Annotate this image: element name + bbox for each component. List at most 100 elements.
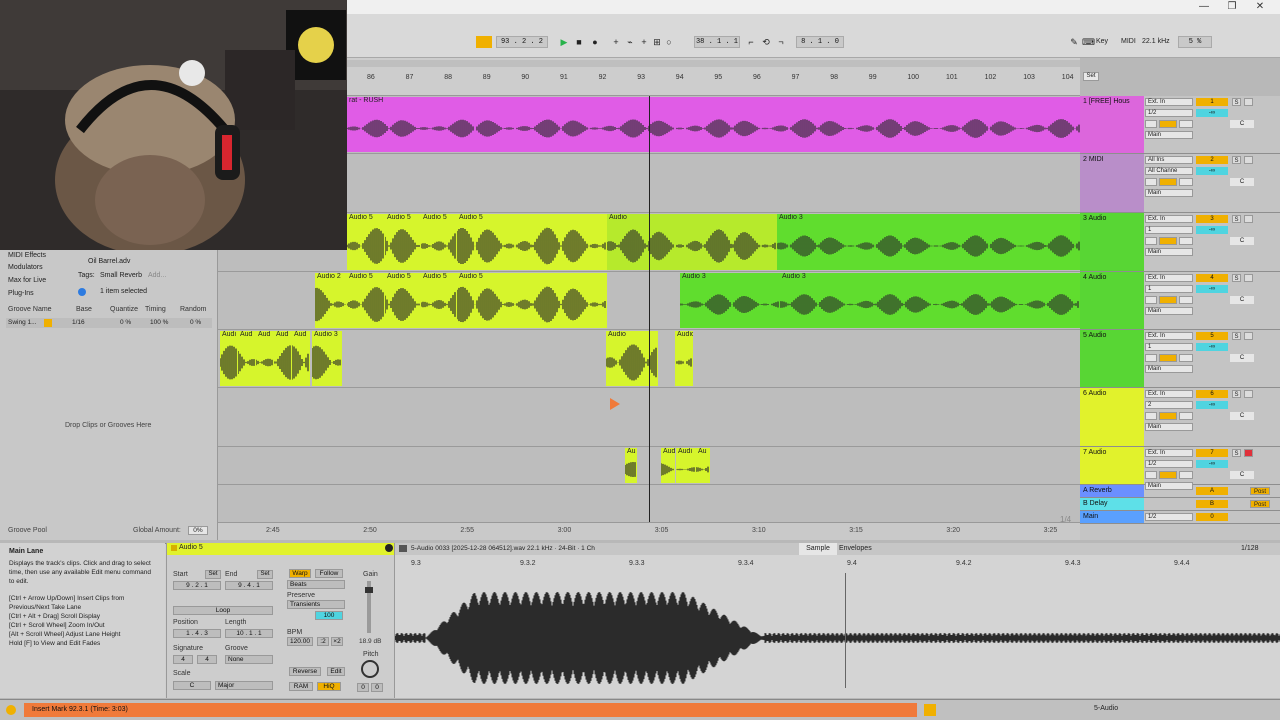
overview-strip[interactable] [347, 60, 1080, 67]
track-volume[interactable]: -∞ [1196, 285, 1228, 293]
pitch-knob[interactable] [361, 660, 379, 678]
arm-button[interactable] [1244, 274, 1253, 282]
input-channel-select[interactable]: 2 [1145, 401, 1193, 409]
clip[interactable]: Audio 5 [421, 273, 457, 328]
double-tempo-button[interactable]: ×2 [331, 637, 343, 646]
halve-tempo-button[interactable]: :2 [317, 637, 329, 646]
clip-activator-icon[interactable] [385, 544, 393, 552]
pre-post-button[interactable]: Post [1250, 487, 1270, 495]
arm-button[interactable] [1244, 449, 1253, 457]
input-type-select[interactable]: Ext. In [1145, 98, 1193, 106]
return-track[interactable]: B Delay B Post [1080, 498, 1280, 511]
metronome-icon[interactable]: ○ [663, 36, 675, 48]
automation-icon[interactable]: ⌁ [624, 36, 636, 48]
track-header[interactable]: 5 Audio Ext. In 1 Main 5 -∞ C S [1080, 330, 1280, 388]
input-type-select[interactable]: Ext. In [1145, 449, 1193, 457]
sample-waveform[interactable] [395, 583, 1280, 693]
track-volume[interactable]: -∞ [1196, 460, 1228, 468]
loop-length-field[interactable]: 8 . 1 . 0 [796, 36, 844, 48]
track-header[interactable]: 7 Audio Ext. In 1/2 Main 7 -∞ C S [1080, 447, 1280, 490]
loop-button[interactable]: Loop [173, 606, 273, 615]
track-volume[interactable]: -∞ [1196, 109, 1228, 117]
quantize-select[interactable]: 1/128 [1241, 545, 1259, 552]
track-pan[interactable]: C [1230, 354, 1254, 362]
clip[interactable]: Audio [607, 214, 777, 270]
input-channel-select[interactable]: 1 [1145, 285, 1193, 293]
track-name[interactable]: 3 Audio [1080, 213, 1144, 271]
clip[interactable]: Audio [606, 331, 658, 386]
track-volume[interactable]: -∞ [1196, 401, 1228, 409]
monitor-in-button[interactable] [1145, 471, 1157, 479]
preserve-select[interactable]: Transients [287, 600, 345, 609]
track-name[interactable]: 7 Audio [1080, 447, 1144, 484]
input-channel-select[interactable]: 1/2 [1145, 460, 1193, 468]
return-name[interactable]: A Reverb [1080, 485, 1144, 497]
clip[interactable]: Aud [274, 331, 292, 386]
return-track[interactable]: Main 0 1/2 [1080, 511, 1280, 524]
reverse-button[interactable]: Reverse [289, 667, 321, 676]
grid-zoom-label[interactable]: 1/4 [1060, 515, 1071, 524]
track-name[interactable]: 4 Audio [1080, 272, 1144, 329]
arm-button[interactable] [1244, 98, 1253, 106]
return-letter[interactable]: 0 [1196, 513, 1228, 521]
follow-button[interactable]: Follow [315, 569, 343, 578]
clip[interactable]: Audio [675, 331, 693, 386]
clip[interactable]: Au [696, 448, 710, 483]
track-volume[interactable]: -∞ [1196, 343, 1228, 351]
input-channel-select[interactable]: 1/2 [1145, 109, 1193, 117]
groove-hot-swap-icon[interactable] [44, 319, 52, 327]
playhead-marker[interactable] [845, 573, 846, 688]
arrangement-position-field[interactable]: 93 . 2 . 2 [496, 36, 548, 48]
clip[interactable]: Audio 5 [457, 214, 607, 270]
input-type-select[interactable]: Ext. In [1145, 215, 1193, 223]
monitor-auto-button[interactable] [1159, 296, 1177, 304]
end-field[interactable]: 9 . 4 . 1 [225, 581, 273, 590]
clip[interactable]: Audio 5 [385, 214, 421, 270]
track-activator[interactable]: 5 [1196, 332, 1228, 340]
solo-button[interactable]: S [1232, 156, 1241, 164]
start-field[interactable]: 9 . 2 . 1 [173, 581, 221, 590]
loop-start-field[interactable]: 38 . 1 . 1 [694, 36, 740, 48]
output-select[interactable]: Main [1145, 307, 1193, 315]
hiq-button[interactable]: HiQ [317, 682, 341, 691]
pitch-cents[interactable]: 0 [371, 683, 383, 692]
close-button[interactable]: ✕ [1252, 1, 1268, 13]
clip[interactable]: Au [625, 448, 637, 483]
groove-select[interactable]: None [225, 655, 273, 664]
clip[interactable]: Audio 5 [457, 273, 607, 328]
monitor-auto-button[interactable] [1159, 178, 1177, 186]
solo-button[interactable]: S [1232, 449, 1241, 457]
track-activator[interactable]: 4 [1196, 274, 1228, 282]
output-select[interactable]: Main [1145, 365, 1193, 373]
track-activator[interactable]: 3 [1196, 215, 1228, 223]
signature-denominator[interactable]: 4 [197, 655, 217, 664]
monitor-off-button[interactable] [1179, 178, 1193, 186]
midi-map-button[interactable]: MIDI [1121, 38, 1136, 45]
monitor-auto-button[interactable] [1159, 237, 1177, 245]
clip[interactable]: Audio 2 [315, 273, 347, 328]
monitor-auto-button[interactable] [1159, 471, 1177, 479]
clip-name[interactable]: Audio 5 [179, 544, 203, 551]
track-activator[interactable]: 1 [1196, 98, 1228, 106]
input-channel-select[interactable]: 1 [1145, 343, 1193, 351]
arm-button[interactable] [1244, 156, 1253, 164]
main-channel-select[interactable]: 1/2 [1145, 513, 1193, 521]
output-select[interactable]: Main [1145, 131, 1193, 139]
browser-item-modulators[interactable]: Modulators [8, 264, 43, 271]
pre-post-button[interactable]: Post [1250, 500, 1270, 508]
track-pan[interactable]: C [1230, 237, 1254, 245]
clip[interactable]: Audi [220, 331, 238, 386]
output-select[interactable]: Main [1145, 189, 1193, 197]
track-pan[interactable]: C [1230, 412, 1254, 420]
browser-file[interactable]: Oil Barrel.adv [88, 258, 130, 265]
pitch-semitones[interactable]: 0 [357, 683, 369, 692]
follow-icon[interactable] [476, 36, 492, 48]
bpm-field[interactable]: 120.00 [287, 637, 313, 646]
position-field[interactable]: 1 . 4 . 3 [173, 629, 221, 638]
output-select[interactable]: Main [1145, 423, 1193, 431]
set-locator-button[interactable]: Set [1083, 72, 1099, 81]
track-activator[interactable]: 7 [1196, 449, 1228, 457]
output-select[interactable]: Main [1145, 248, 1193, 256]
start-set-button[interactable]: Set [205, 570, 221, 579]
solo-button[interactable]: S [1232, 215, 1241, 223]
